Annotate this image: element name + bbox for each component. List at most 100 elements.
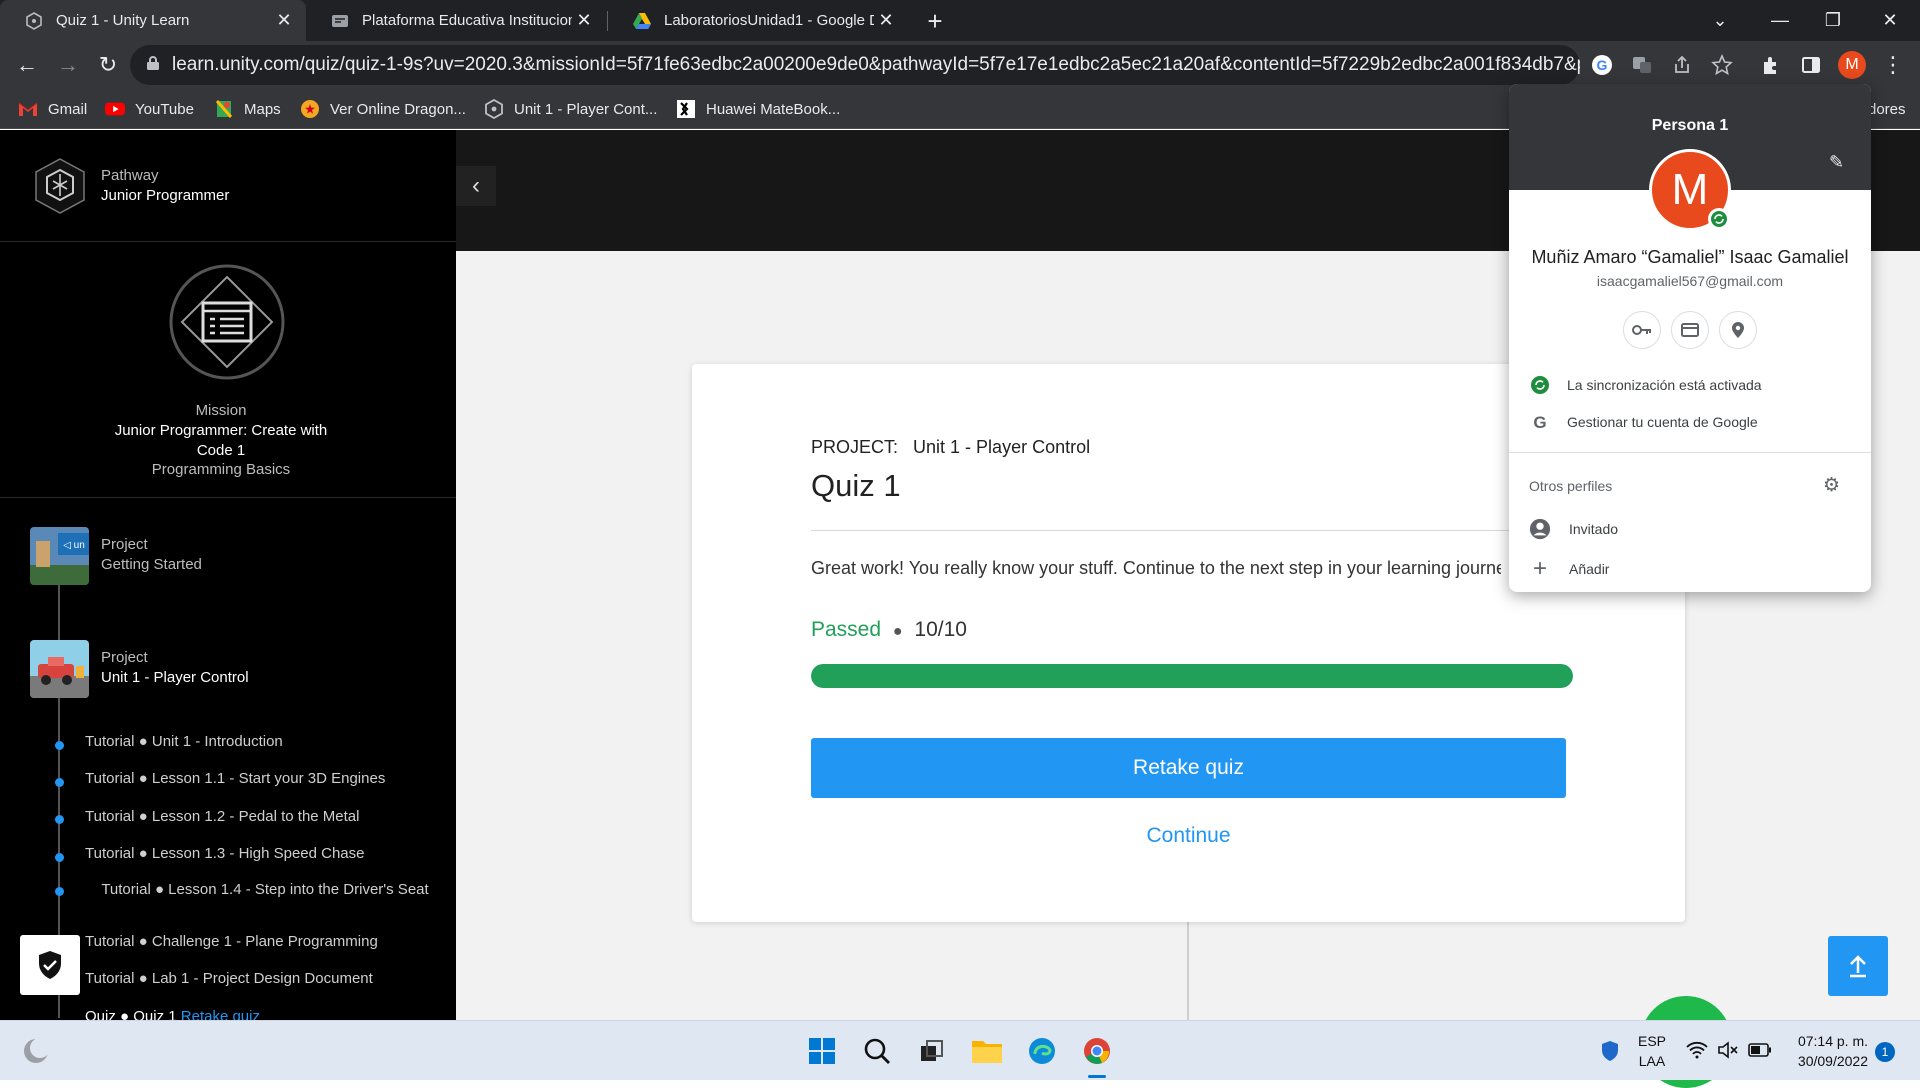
pathway-name[interactable]: Junior Programmer — [101, 187, 229, 204]
search-icon[interactable] — [857, 1031, 897, 1071]
restore-button[interactable]: ❐ — [1803, 0, 1863, 41]
project-name[interactable]: Unit 1 - Player Control — [101, 669, 249, 686]
payment-card-icon[interactable] — [1671, 311, 1709, 349]
divider — [0, 241, 456, 242]
edge-browser-icon[interactable] — [1022, 1031, 1062, 1071]
extensions-icon[interactable] — [1755, 49, 1787, 81]
tab-drive[interactable]: LaboratoriosUnidad1 - Google Drive ✕ — [608, 0, 908, 41]
close-icon[interactable]: ✕ — [272, 10, 296, 31]
minimize-button[interactable]: — — [1750, 0, 1810, 41]
file-explorer-icon[interactable] — [967, 1031, 1007, 1071]
sync-label: La sincronización está activada — [1567, 377, 1762, 393]
profile-avatar-button[interactable]: M — [1836, 49, 1868, 81]
privacy-shield-button[interactable] — [20, 935, 80, 995]
manage-account-row[interactable]: G Gestionar tu cuenta de Google — [1529, 411, 1757, 433]
translate-icon[interactable] — [1630, 53, 1654, 77]
guest-avatar-icon — [1529, 518, 1551, 540]
tutorial-item[interactable]: Tutorial ● Lesson 1.3 - High Speed Chase — [85, 845, 365, 862]
settings-gear-icon[interactable]: ⚙ — [1823, 474, 1840, 497]
course-sidebar: Pathway Junior Programmer Mission Junior… — [0, 130, 456, 1020]
bookmark-youtube[interactable]: YouTube — [105, 97, 194, 121]
close-icon[interactable]: ✕ — [572, 10, 596, 31]
reload-button[interactable]: ↻ — [92, 49, 124, 81]
other-profiles-label: Otros perfiles — [1529, 478, 1613, 494]
bookmark-gmail[interactable]: Gmail — [18, 97, 87, 121]
mission-name[interactable]: Junior Programmer: Create with Code 1 — [101, 421, 341, 461]
guest-profile-row[interactable]: Invitado — [1529, 518, 1618, 540]
bookmark-label: dores — [1868, 100, 1906, 118]
tab-quiz[interactable]: Quiz 1 - Unity Learn ✕ — [0, 0, 306, 41]
share-icon[interactable] — [1670, 53, 1694, 77]
collapse-sidebar-chevron-icon[interactable]: ‹ — [456, 166, 496, 206]
tab-search-chevron-icon[interactable]: ⌄ — [1690, 0, 1750, 41]
tutorial-item[interactable]: Tutorial ● Lesson 1.1 - Start your 3D En… — [85, 770, 385, 787]
forward-button[interactable]: → — [52, 49, 84, 81]
new-tab-button[interactable]: + — [920, 6, 950, 36]
side-panel-icon[interactable] — [1795, 49, 1827, 81]
window-close-button[interactable]: ✕ — [1860, 0, 1920, 41]
tutorial-item[interactable]: Tutorial ● Unit 1 - Introduction — [85, 733, 283, 750]
passwords-key-icon[interactable] — [1623, 311, 1661, 349]
scroll-to-top-button[interactable] — [1828, 936, 1888, 996]
continue-link[interactable]: Continue — [811, 824, 1566, 848]
volume-muted-icon[interactable] — [1717, 1041, 1739, 1064]
start-windows-icon[interactable] — [802, 1031, 842, 1071]
bookmark-label: Huawei MateBook... — [706, 100, 841, 118]
tutorial-item[interactable]: Tutorial ● Challenge 1 - Plane Programmi… — [85, 933, 378, 950]
chrome-browser-icon[interactable] — [1077, 1031, 1117, 1071]
other-bookmarks-folder[interactable]: dores — [1868, 97, 1906, 121]
location-pin-icon[interactable] — [1719, 311, 1757, 349]
bookmark-huawei[interactable]: Huawei MateBook... — [676, 97, 840, 121]
profile-title: Persona 1 — [1651, 117, 1729, 134]
tutorial-item[interactable]: Tutorial ● Lesson 1.4 - Step into the Dr… — [100, 879, 430, 900]
back-button[interactable]: ← — [11, 49, 43, 81]
project-thumbnail-unit1[interactable] — [30, 640, 89, 698]
bookmark-label: Unit 1 - Player Cont... — [514, 100, 658, 118]
weather-widget-icon[interactable] — [16, 1031, 56, 1071]
avatar: M — [1838, 51, 1866, 79]
bookmark-label: Maps — [244, 100, 281, 118]
battery-icon[interactable] — [1748, 1043, 1772, 1062]
project-heading: PROJECT: Unit 1 - Player Control — [811, 437, 1090, 458]
google-icon[interactable]: G — [1590, 53, 1614, 77]
task-view-icon[interactable] — [912, 1031, 952, 1071]
address-bar[interactable]: learn.unity.com/quiz/quiz-1-9s?uv=2020.3… — [130, 45, 1580, 85]
project-label: Project — [101, 536, 148, 553]
bookmark-star-icon[interactable] — [1710, 53, 1734, 77]
score-progress-fill — [811, 664, 1573, 688]
retake-quiz-button[interactable]: Retake quiz — [811, 738, 1566, 798]
input-language[interactable]: ESP LAA — [1638, 1031, 1666, 1071]
mission-badge-icon — [168, 263, 286, 386]
project-label: Project — [101, 649, 148, 666]
tutorial-item[interactable]: Tutorial ● Lesson 1.2 - Pedal to the Met… — [85, 808, 359, 825]
close-icon[interactable]: ✕ — [874, 10, 898, 31]
language-code: ESP — [1638, 1033, 1667, 1049]
timeline-dot — [55, 853, 64, 862]
bookmark-maps[interactable]: Maps — [214, 97, 281, 121]
bookmark-unit1[interactable]: Unit 1 - Player Cont... — [484, 97, 657, 121]
security-shield-icon[interactable] — [1590, 1031, 1630, 1071]
status-passed: Passed — [811, 618, 882, 641]
edit-pencil-icon[interactable]: ✎ — [1829, 152, 1844, 173]
windows-taskbar: ESP LAA 07:14 p. m. 30/09/2022 1 — [0, 1020, 1920, 1080]
notification-badge[interactable]: 1 — [1875, 1042, 1895, 1062]
arrow-up-icon — [1850, 955, 1866, 978]
keyboard-layout: LAA — [1638, 1053, 1666, 1069]
pathway-label: Pathway — [101, 167, 159, 184]
sync-status-row[interactable]: La sincronización está activada — [1529, 374, 1762, 396]
retake-quiz-link[interactable]: Retake quiz — [181, 1008, 260, 1020]
guest-label: Invitado — [1569, 521, 1619, 537]
quiz-item[interactable]: Quiz ● Quiz 1 Retake quiz — [85, 1008, 260, 1020]
tab-plataforma[interactable]: Plataforma Educativa Institucional ✕ — [306, 0, 606, 41]
wifi-icon[interactable] — [1686, 1041, 1708, 1064]
clock[interactable]: 07:14 p. m. 30/09/2022 — [1778, 1031, 1868, 1071]
add-profile-row[interactable]: + Añadir — [1529, 555, 1609, 582]
project-thumbnail-getting-started[interactable]: ◁ un — [30, 527, 89, 585]
bookmark-dragon[interactable]: Ver Online Dragon... — [300, 97, 466, 121]
tutorial-item[interactable]: Tutorial ● Lab 1 - Project Design Docume… — [85, 970, 373, 987]
score-value: 10/10 — [914, 618, 967, 641]
bookmark-label: YouTube — [135, 100, 194, 118]
menu-kebab-icon[interactable]: ⋮ — [1877, 49, 1909, 81]
project-name: Unit 1 - Player Control — [913, 437, 1091, 457]
project-name[interactable]: Getting Started — [101, 556, 202, 573]
